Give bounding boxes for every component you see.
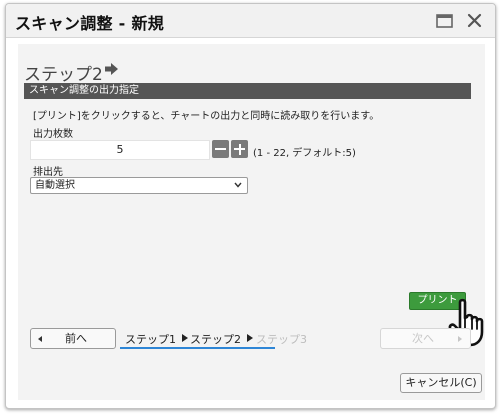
step-progress-bar — [120, 347, 275, 349]
step-separator-icon — [182, 334, 188, 342]
step-3-label: ステップ3 — [256, 333, 307, 346]
copies-input[interactable]: 5 — [30, 140, 210, 160]
section-title-bar: スキャン調整の出力指定 — [24, 83, 471, 99]
window-icon[interactable] — [436, 14, 453, 28]
increment-button[interactable] — [231, 140, 248, 158]
step-1-label: ステップ1 — [125, 333, 176, 346]
destination-selected-value: 自動選択 — [35, 180, 75, 191]
cancel-button[interactable]: キャンセル(C) — [400, 373, 482, 393]
destination-label: 排出先 — [33, 167, 63, 178]
next-arrow-icon — [458, 336, 462, 342]
destination-select[interactable]: 自動選択 — [30, 177, 248, 194]
step-navigation: 前へ ステップ1 ステップ2 ステップ3 次へ — [30, 328, 471, 351]
plus-icon-vertical — [238, 143, 241, 155]
next-button-label: 次へ — [412, 332, 434, 345]
prev-arrow-icon — [38, 336, 42, 342]
copies-label: 出力枚数 — [33, 129, 73, 140]
arrow-right-icon — [105, 63, 118, 75]
instruction-text: [プリント]をクリックすると、チャートの出力と同時に読み取りを行います。 — [33, 111, 380, 122]
decrement-button[interactable] — [212, 140, 229, 158]
step-separator-icon — [247, 334, 253, 342]
copies-range-hint: (1 - 22, デフォルト:5) — [253, 148, 356, 159]
title-bar: スキャン調整 - 新規 — [6, 4, 495, 38]
minus-icon — [215, 148, 226, 150]
chevron-down-icon — [234, 182, 242, 188]
step-heading: ステップ2 — [24, 65, 103, 85]
next-button[interactable]: 次へ — [380, 328, 471, 349]
window-title: スキャン調整 - 新規 — [15, 14, 165, 33]
step-2-label: ステップ2 — [190, 333, 241, 346]
close-icon[interactable] — [466, 12, 483, 29]
prev-button-label: 前へ — [65, 332, 87, 345]
prev-button[interactable]: 前へ — [30, 328, 116, 349]
